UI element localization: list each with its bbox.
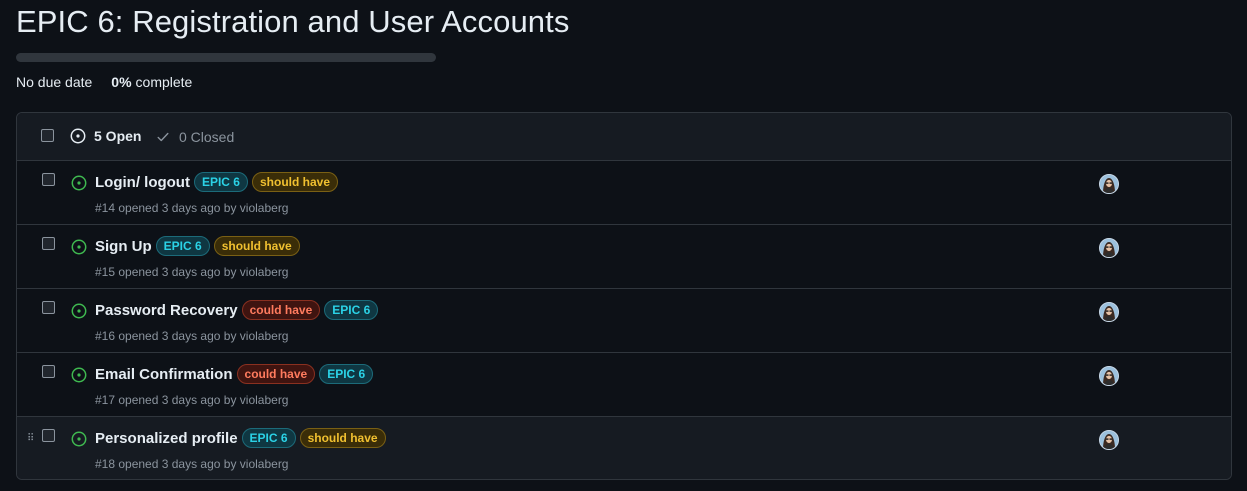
issue-opened-icon <box>71 431 87 447</box>
open-issues-tab[interactable]: 5 Open <box>70 128 141 144</box>
assignee-avatar[interactable] <box>1099 174 1119 194</box>
issue-opened-icon <box>71 303 87 319</box>
issue-row[interactable]: Email Confirmation could have EPIC 6 #17 op… <box>17 353 1231 417</box>
issue-meta-text: #17 opened 3 days ago by violaberg <box>95 393 289 407</box>
assignee-avatar[interactable] <box>1099 302 1119 322</box>
issue-checkbox[interactable] <box>42 429 55 442</box>
issue-title-link[interactable]: Email Confirmation <box>95 366 233 383</box>
user-avatar-icon <box>1100 175 1118 193</box>
issue-label[interactable]: EPIC 6 <box>324 300 379 320</box>
issue-meta-text: #18 opened 3 days ago by violaberg <box>95 457 289 471</box>
issue-label[interactable]: EPIC 6 <box>241 428 296 448</box>
issue-title-line: Email Confirmation could have EPIC 6 <box>95 364 377 384</box>
issue-rows: Login/ logout EPIC 6 should have #14 opened… <box>17 161 1231 479</box>
milestone-meta: No due date 0% complete <box>16 74 192 90</box>
issue-opened-icon <box>70 128 86 144</box>
issue-label[interactable]: should have <box>299 428 386 448</box>
issue-row[interactable]: Login/ logout EPIC 6 should have #14 opened… <box>17 161 1231 225</box>
issue-title-line: Personalized profile EPIC 6 should have <box>95 428 390 448</box>
percent-complete: 0% <box>111 74 132 90</box>
issue-title-line: Sign Up EPIC 6 should have <box>95 236 304 256</box>
issue-row[interactable]: ⠿ Personalized profile EPIC 6 should have #1… <box>17 417 1231 479</box>
issue-title-link[interactable]: Login/ logout <box>95 174 190 191</box>
issue-label[interactable]: EPIC 6 <box>319 364 374 384</box>
open-issues-label: 5 Open <box>94 128 142 144</box>
issue-opened-icon <box>71 175 87 191</box>
issue-label[interactable]: should have <box>213 236 300 256</box>
issue-checkbox[interactable] <box>42 173 55 186</box>
check-icon <box>157 132 169 142</box>
assignee-avatar[interactable] <box>1099 366 1119 386</box>
issue-title-line: Password Recovery could have EPIC 6 <box>95 300 382 320</box>
issue-label[interactable]: should have <box>251 172 338 192</box>
select-all-checkbox[interactable] <box>41 129 54 142</box>
issue-checkbox[interactable] <box>42 237 55 250</box>
assignee-avatar[interactable] <box>1099 430 1119 450</box>
issues-list-header: 5 Open 0 Closed <box>17 113 1231 161</box>
drag-handle-icon[interactable]: ⠿ <box>27 434 34 444</box>
user-avatar-icon <box>1100 303 1118 321</box>
milestone-progress-bar <box>16 53 436 62</box>
issue-row[interactable]: Password Recovery could have EPIC 6 #16 ope… <box>17 289 1231 353</box>
issue-meta-text: #15 opened 3 days ago by violaberg <box>95 265 289 279</box>
issue-title-line: Login/ logout EPIC 6 should have <box>95 172 342 192</box>
issue-label[interactable]: EPIC 6 <box>155 236 210 256</box>
issue-title-link[interactable]: Sign Up <box>95 238 152 255</box>
milestone-page: EPIC 6: Registration and User Accounts N… <box>0 0 1247 491</box>
issue-label[interactable]: EPIC 6 <box>193 172 248 192</box>
issue-meta-text: #14 opened 3 days ago by violaberg <box>95 201 289 215</box>
issue-label[interactable]: could have <box>236 364 316 384</box>
assignee-avatar[interactable] <box>1099 238 1119 258</box>
issue-title-link[interactable]: Personalized profile <box>95 430 238 447</box>
issue-row[interactable]: Sign Up EPIC 6 should have #15 opened 3 day… <box>17 225 1231 289</box>
issue-title-link[interactable]: Password Recovery <box>95 302 238 319</box>
issues-list: 5 Open 0 Closed Login/ logout EPIC 6 shoul… <box>16 112 1232 480</box>
user-avatar-icon <box>1100 431 1118 449</box>
complete-label: complete <box>135 74 193 90</box>
issue-meta-text: #16 opened 3 days ago by violaberg <box>95 329 289 343</box>
due-date-text: No due date <box>16 74 93 90</box>
user-avatar-icon <box>1100 367 1118 385</box>
issue-checkbox[interactable] <box>42 365 55 378</box>
issue-label[interactable]: could have <box>241 300 321 320</box>
issue-opened-icon <box>71 239 87 255</box>
page-title: EPIC 6: Registration and User Accounts <box>16 4 570 39</box>
closed-issues-label: 0 Closed <box>179 129 235 145</box>
user-avatar-icon <box>1100 239 1118 257</box>
issue-opened-icon <box>71 367 87 383</box>
issue-checkbox[interactable] <box>42 301 55 314</box>
closed-issues-tab[interactable]: 0 Closed <box>156 129 234 145</box>
